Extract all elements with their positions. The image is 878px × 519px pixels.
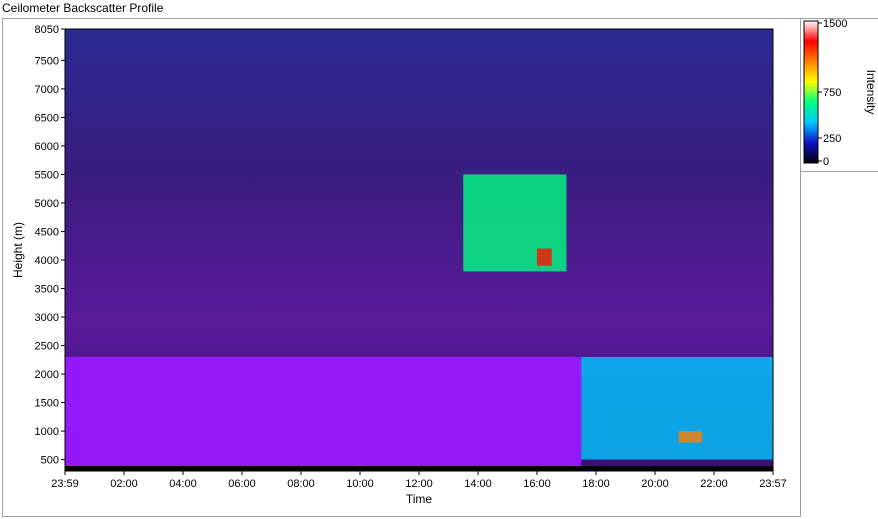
y-tick-label: 3500 [35, 283, 59, 295]
y-tick-label: 5500 [35, 169, 59, 181]
y-tick-label: 4500 [35, 226, 59, 238]
colorbar-tick-label: 750 [823, 87, 841, 99]
y-tick-label: 2500 [35, 341, 59, 353]
x-tick-label: 20:00 [641, 478, 669, 490]
x-axis-label: Time [406, 492, 433, 506]
x-tick-label: 06:00 [228, 478, 256, 490]
x-tick-label: 23:59 [51, 478, 79, 490]
colorbar-gradient [803, 20, 819, 164]
x-tick-label: 18:00 [582, 478, 610, 490]
x-axis: 23:59 02:00 04:00 06:00 08:00 10:00 12:00 14:00… [51, 471, 787, 490]
plot-area [64, 28, 774, 472]
colorbar-label: Intensity [864, 70, 878, 115]
y-tick-label: 1000 [35, 426, 59, 438]
x-tick-label: 04:00 [169, 478, 197, 490]
cloud-layer-3 [581, 356, 773, 460]
y-tick-label: 3000 [35, 312, 59, 324]
window-title: Ceilometer Backscatter Profile [2, 1, 164, 15]
colorbar-legend: 0 250 750 1500 Intensity [800, 18, 878, 172]
y-axis-label: Height (m) [11, 222, 25, 278]
y-tick-label: 6000 [35, 141, 59, 153]
y-tick-label: 8050 [35, 24, 59, 36]
colorbar-tick-label: 0 [823, 156, 829, 168]
x-tick-label: 14:00 [464, 478, 492, 490]
colorbar-tick-label: 250 [823, 133, 841, 145]
y-tick-label: 6500 [35, 112, 59, 124]
y-tick-label: 1500 [35, 398, 59, 410]
x-tick-label: 22:00 [700, 478, 728, 490]
colorbar-tick-label: 1500 [823, 19, 847, 30]
x-tick-label: 16:00 [523, 478, 551, 490]
y-tick-label: 5000 [35, 198, 59, 210]
x-tick-label: 23:57 [759, 478, 787, 490]
colorbar: 0 250 750 1500 Intensity [803, 19, 878, 168]
cloud-layer-4 [678, 431, 703, 443]
colorbar-ticks: 0 250 750 1500 [818, 19, 847, 168]
ground-strip [65, 466, 773, 471]
y-tick-label: 2000 [35, 369, 59, 381]
x-tick-label: 08:00 [287, 478, 315, 490]
y-tick-label: 7000 [35, 84, 59, 96]
y-tick-label: 4000 [35, 255, 59, 267]
x-tick-label: 10:00 [346, 478, 374, 490]
x-tick-label: 12:00 [405, 478, 433, 490]
x-tick-label: 02:00 [110, 478, 138, 490]
y-tick-label: 500 [41, 455, 59, 467]
backscatter-chart: 500 1000 1500 2000 2500 3000 3500 4000 4500 5000 5… [11, 24, 787, 506]
cloud-layer-2 [537, 248, 552, 266]
chart-panel: 500 1000 1500 2000 2500 3000 3500 4000 4500 5000 5… [2, 18, 801, 517]
y-axis: 500 1000 1500 2000 2500 3000 3500 4000 4500 5000 5… [35, 24, 65, 467]
y-tick-label: 7500 [35, 55, 59, 67]
low-backscatter-layer-0 [65, 356, 582, 471]
